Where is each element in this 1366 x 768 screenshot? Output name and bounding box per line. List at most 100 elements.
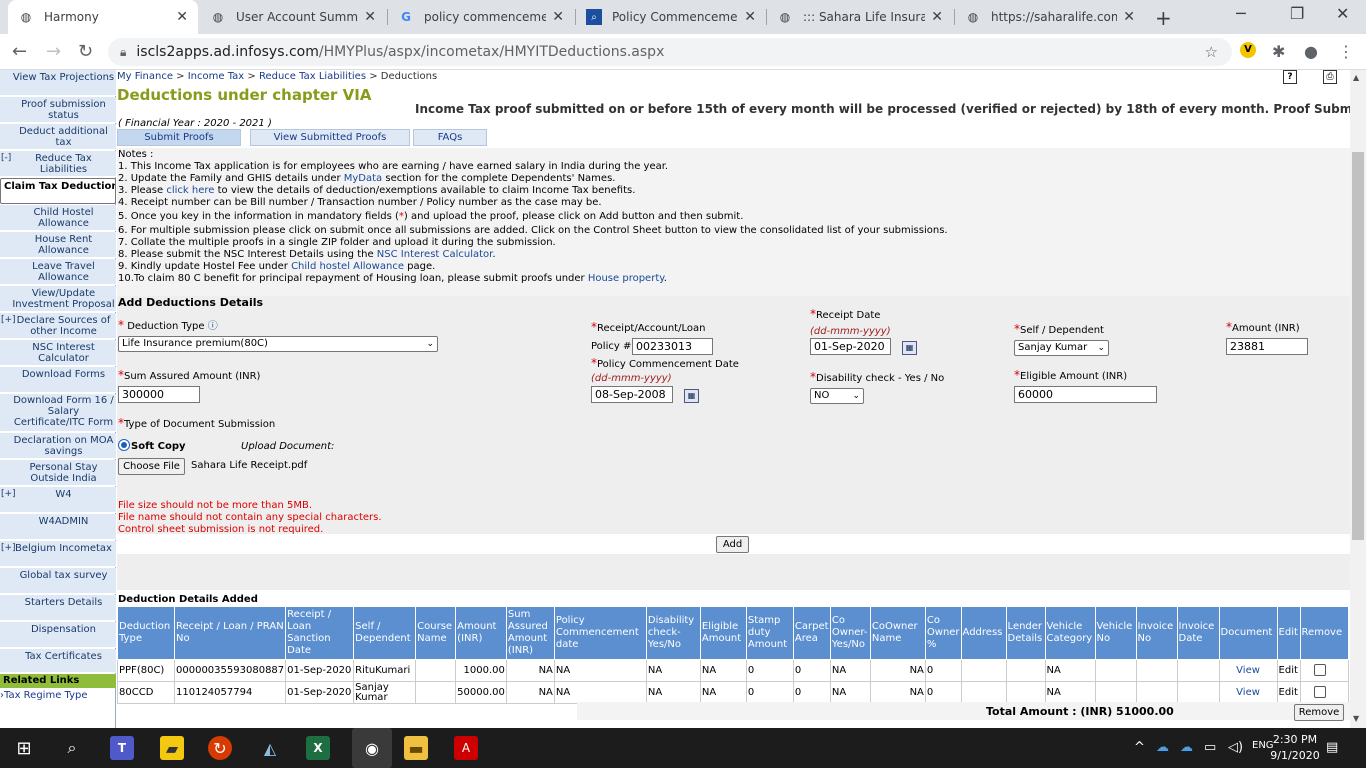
- add-button[interactable]: Add: [716, 536, 749, 553]
- teams-icon[interactable]: T: [110, 736, 134, 760]
- sidebar-item[interactable]: NSC Interest Calculator: [0, 340, 116, 366]
- excel-icon[interactable]: X: [306, 736, 330, 760]
- soft-copy-radio[interactable]: [118, 439, 130, 451]
- edit-link[interactable]: Edit: [1279, 687, 1298, 698]
- remove-checkbox[interactable]: [1313, 664, 1326, 676]
- sidebar-item[interactable]: Starters Details: [0, 595, 116, 621]
- receipt-number-input[interactable]: 00233013: [632, 338, 713, 355]
- sidebar-item[interactable]: [+] W4: [0, 487, 116, 513]
- calendar-icon[interactable]: ▦: [902, 341, 917, 355]
- browser-tab-google-search[interactable]: G policy commencement ✕: [388, 0, 574, 34]
- info-icon[interactable]: ⓘ: [208, 321, 218, 332]
- windows-start-icon[interactable]: ⊞: [12, 736, 36, 760]
- tray-chevron-icon[interactable]: ^: [1134, 740, 1145, 755]
- profile-avatar-icon[interactable]: ●: [1304, 42, 1318, 61]
- receipt-date-input[interactable]: 01-Sep-2020: [810, 338, 891, 355]
- sidebar-item[interactable]: House Rent Allowance: [0, 232, 116, 258]
- breadcrumb-income-tax[interactable]: Income Tax: [188, 71, 244, 82]
- self-dependent-select[interactable]: Sanjay Kumar ⌄: [1014, 340, 1109, 356]
- tab-faqs[interactable]: FAQs: [413, 129, 487, 146]
- sidebar-item[interactable]: Dispensation: [0, 622, 116, 648]
- volume-icon[interactable]: ◁): [1228, 740, 1243, 755]
- app-red-circle-icon[interactable]: ↻: [208, 736, 232, 760]
- search-icon[interactable]: ⌕: [60, 736, 84, 760]
- sidebar-item[interactable]: Leave Travel Allowance: [0, 259, 116, 285]
- calendar-icon[interactable]: ▦: [684, 389, 699, 403]
- scroll-up-icon[interactable]: ▲: [1353, 73, 1359, 82]
- sidebar-item[interactable]: [-] Reduce Tax Liabilities: [0, 151, 116, 177]
- tab-submit-proofs[interactable]: Submit Proofs: [117, 129, 241, 146]
- browser-tab-harmony[interactable]: ◍ Harmony ✕: [8, 0, 198, 34]
- browser-tab-sahara-life[interactable]: ◍ ::: Sahara Life Insurance ✕: [767, 0, 953, 34]
- chrome-icon[interactable]: ◉: [352, 728, 392, 768]
- child-hostel-link[interactable]: Child hostel Allowance: [291, 261, 404, 272]
- sidebar-item[interactable]: View/Update Investment Proposal: [0, 286, 116, 312]
- acrobat-icon[interactable]: A: [454, 736, 478, 760]
- sidebar-item[interactable]: [+] Belgium Incometax: [0, 541, 116, 567]
- sidebar-item[interactable]: W4ADMIN: [0, 514, 116, 540]
- sidebar-item[interactable]: Declaration on MOA savings: [0, 433, 116, 459]
- close-icon[interactable]: ✕: [744, 9, 756, 25]
- bookmark-star-icon[interactable]: ☆: [1205, 43, 1218, 61]
- window-close-icon[interactable]: ✕: [1336, 4, 1349, 23]
- sidebar-item[interactable]: [+] Declare Sources of other Income: [0, 313, 116, 339]
- remove-checkbox[interactable]: [1313, 686, 1326, 698]
- extensions-puzzle-icon[interactable]: ✱: [1272, 42, 1285, 61]
- expand-icon[interactable]: [+]: [1, 315, 16, 326]
- clock[interactable]: 2:30 PM 9/1/2020: [1270, 732, 1320, 764]
- disability-select[interactable]: NO ⌄: [810, 388, 864, 404]
- network-icon[interactable]: ▭: [1204, 740, 1216, 755]
- extension-v-icon[interactable]: V: [1240, 42, 1256, 58]
- eligible-amount-input[interactable]: 60000: [1014, 386, 1157, 403]
- deduction-type-select[interactable]: Life Insurance premium(80C) ⌄: [118, 336, 438, 352]
- print-icon[interactable]: ⎙: [1323, 70, 1337, 84]
- sidebar-item[interactable]: Personal Stay Outside India: [0, 460, 116, 486]
- sidebar-item[interactable]: Tax Certificates: [0, 649, 116, 673]
- close-icon[interactable]: ✕: [1123, 9, 1135, 25]
- help-icon[interactable]: ?: [1283, 70, 1297, 84]
- close-icon[interactable]: ✕: [931, 9, 943, 25]
- sum-assured-input[interactable]: 300000: [118, 386, 200, 403]
- sidebar-item[interactable]: View Tax Projections: [0, 70, 116, 96]
- expand-icon[interactable]: [+]: [1, 543, 16, 554]
- browser-tab-policy-commencement[interactable]: ⌕ Policy Commencement ✕: [576, 0, 766, 34]
- file-explorer-icon[interactable]: ▬: [404, 736, 428, 760]
- policy-commencement-input[interactable]: 08-Sep-2008: [591, 386, 673, 403]
- nsc-calculator-link[interactable]: NSC Interest Calculator: [377, 249, 493, 260]
- sidebar-item[interactable]: Claim Tax Deductions: [0, 178, 116, 204]
- onedrive-icon[interactable]: ☁: [1156, 740, 1169, 755]
- scroll-down-icon[interactable]: ▼: [1353, 714, 1359, 723]
- close-icon[interactable]: ✕: [364, 9, 376, 25]
- sidebar-item[interactable]: Download Forms: [0, 367, 116, 393]
- expand-icon[interactable]: [+]: [1, 489, 16, 500]
- new-tab-icon[interactable]: +: [1155, 6, 1172, 30]
- tax-regime-link[interactable]: ›Tax Regime Type: [0, 690, 88, 701]
- minimize-icon[interactable]: ─: [1236, 4, 1246, 23]
- sidebar-item[interactable]: Deduct additional tax: [0, 124, 116, 150]
- app-installer-icon[interactable]: ◭: [258, 736, 282, 760]
- reload-icon[interactable]: ↻: [78, 41, 93, 62]
- url-field[interactable]: 🔒︎ iscls2apps.ad.infosys.com/HMYPlus/asp…: [108, 38, 1232, 66]
- forward-icon[interactable]: →: [46, 41, 61, 62]
- edit-link[interactable]: Edit: [1279, 665, 1298, 676]
- browser-tab-user-account[interactable]: ◍ User Account Summary ✕: [200, 0, 386, 34]
- close-icon[interactable]: ✕: [176, 9, 188, 25]
- close-icon[interactable]: ✕: [552, 9, 564, 25]
- choose-file-button[interactable]: Choose File: [118, 458, 185, 475]
- sidebar-item[interactable]: Proof submission status: [0, 97, 116, 123]
- notifications-icon[interactable]: ▤: [1326, 740, 1338, 755]
- breadcrumb-my-finance[interactable]: My Finance: [117, 71, 173, 82]
- scroll-thumb[interactable]: [1352, 152, 1364, 540]
- back-icon[interactable]: ←: [12, 41, 27, 62]
- house-property-link[interactable]: House property: [588, 273, 664, 284]
- view-document-link[interactable]: View: [1236, 687, 1260, 698]
- page-scrollbar[interactable]: ▲ ▼: [1350, 70, 1366, 728]
- view-document-link[interactable]: View: [1236, 665, 1260, 676]
- mydata-link[interactable]: MyData: [344, 173, 382, 184]
- sticky-notes-icon[interactable]: ▰: [160, 736, 184, 760]
- sidebar-item[interactable]: Global tax survey: [0, 568, 116, 594]
- remove-button[interactable]: Remove: [1294, 704, 1344, 721]
- sidebar-item[interactable]: Download Form 16 / Salary Certificate/IT…: [0, 394, 116, 432]
- click-here-link[interactable]: click here: [166, 185, 214, 196]
- tab-view-submitted-proofs[interactable]: View Submitted Proofs: [250, 129, 410, 146]
